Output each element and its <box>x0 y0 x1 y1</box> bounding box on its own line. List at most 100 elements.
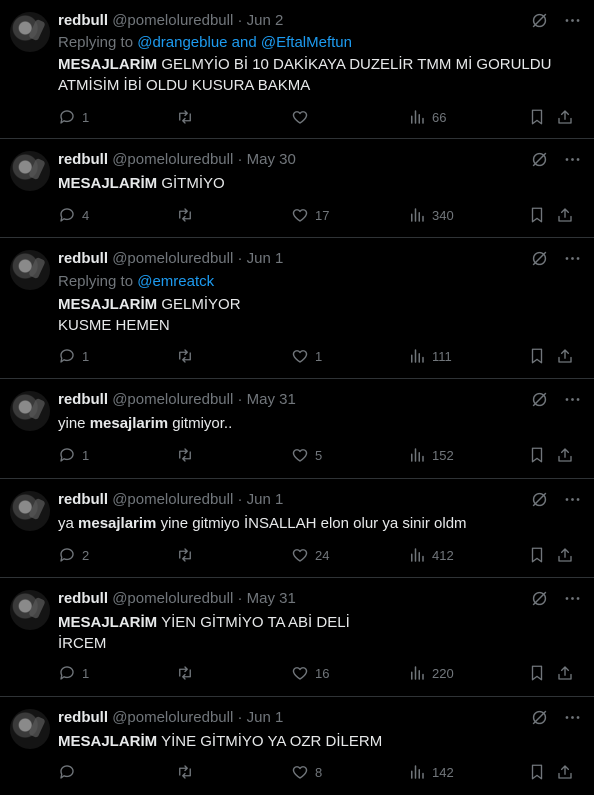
author-handle[interactable]: @pomeloluredbull <box>112 151 233 168</box>
tweet-date[interactable]: Jun 2 <box>247 12 284 29</box>
views-count: 111 <box>432 348 452 364</box>
views-button[interactable]: 111 <box>408 347 452 365</box>
author-name[interactable]: redbull <box>58 491 108 508</box>
replying-to: Replying to @drangeblue and @EftalMeftun <box>58 33 352 53</box>
replying-to-link[interactable]: @emreatck <box>137 273 214 290</box>
retweet-button[interactable] <box>176 546 200 564</box>
like-button[interactable]: 1 <box>291 347 322 365</box>
views-button[interactable]: 66 <box>408 108 446 126</box>
grok-icon[interactable] <box>530 11 549 30</box>
views-button[interactable]: 340 <box>408 206 454 224</box>
grok-icon[interactable] <box>530 249 549 268</box>
retweet-button[interactable] <box>176 347 200 365</box>
author-name[interactable]: redbull <box>58 12 108 29</box>
author-handle[interactable]: @pomeloluredbull <box>112 590 233 607</box>
author-name[interactable]: redbull <box>58 391 108 408</box>
share-button[interactable] <box>556 546 574 564</box>
retweet-button[interactable] <box>176 206 200 224</box>
views-button[interactable]: 142 <box>408 763 454 781</box>
reply-button[interactable] <box>58 763 82 781</box>
like-button[interactable]: 17 <box>291 206 329 224</box>
grok-icon[interactable] <box>530 150 549 169</box>
share-button[interactable] <box>556 347 574 365</box>
bookmark-button[interactable] <box>528 108 546 126</box>
like-button[interactable]: 24 <box>291 546 329 564</box>
grok-icon[interactable] <box>530 589 549 608</box>
author-handle[interactable]: @pomeloluredbull <box>112 250 233 267</box>
share-button[interactable] <box>556 664 574 682</box>
retweet-button[interactable] <box>176 664 200 682</box>
tweet[interactable]: redbull @pomeloluredbull · May 31 yine m… <box>0 379 594 479</box>
avatar[interactable] <box>10 250 50 290</box>
reply-button[interactable]: 2 <box>58 546 89 564</box>
retweet-button[interactable] <box>176 108 200 126</box>
like-count: 16 <box>315 665 330 681</box>
bookmark-button[interactable] <box>528 664 546 682</box>
like-button[interactable]: 16 <box>291 664 329 682</box>
like-button[interactable] <box>291 108 315 126</box>
retweet-button[interactable] <box>176 763 200 781</box>
replying-to-link[interactable]: @drangeblue and @EftalMeftun <box>137 34 352 51</box>
reply-button[interactable]: 1 <box>58 108 89 126</box>
tweet-date[interactable]: Jun 1 <box>247 491 284 508</box>
tweet[interactable]: redbull @pomeloluredbull · Jun 1 Replyin… <box>0 238 594 379</box>
bookmark-button[interactable] <box>528 546 546 564</box>
tweet[interactable]: redbull @pomeloluredbull · Jun 1 MESAJLA… <box>0 697 594 795</box>
reply-button[interactable]: 4 <box>58 206 89 224</box>
tweet-actions: 1 1 111 <box>58 347 584 367</box>
tweet[interactable]: redbull @pomeloluredbull · Jun 2 Replyin… <box>0 0 594 139</box>
share-button[interactable] <box>556 206 574 224</box>
tweet-text-bold: mesajlarim <box>78 515 157 532</box>
more-icon[interactable] <box>563 249 582 268</box>
avatar[interactable] <box>10 391 50 431</box>
views-count: 152 <box>432 447 454 463</box>
reply-button[interactable]: 1 <box>58 446 89 464</box>
tweet[interactable]: redbull @pomeloluredbull · Jun 1 ya mesa… <box>0 479 594 578</box>
views-button[interactable]: 152 <box>408 446 454 464</box>
views-button[interactable]: 412 <box>408 546 454 564</box>
tweet[interactable]: redbull @pomeloluredbull · May 31 MESAJL… <box>0 578 594 697</box>
retweet-button[interactable] <box>176 446 200 464</box>
tweet-date[interactable]: May 31 <box>247 391 296 408</box>
tweet[interactable]: redbull @pomeloluredbull · May 30 MESAJL… <box>0 139 594 238</box>
author-handle[interactable]: @pomeloluredbull <box>112 391 233 408</box>
more-icon[interactable] <box>563 150 582 169</box>
avatar[interactable] <box>10 151 50 191</box>
share-button[interactable] <box>556 446 574 464</box>
grok-icon[interactable] <box>530 490 549 509</box>
author-name[interactable]: redbull <box>58 151 108 168</box>
share-button[interactable] <box>556 108 574 126</box>
bookmark-button[interactable] <box>528 347 546 365</box>
avatar[interactable] <box>10 12 50 52</box>
bookmark-button[interactable] <box>528 446 546 464</box>
tweet-date[interactable]: May 31 <box>247 590 296 607</box>
more-icon[interactable] <box>563 390 582 409</box>
share-button[interactable] <box>556 763 574 781</box>
author-handle[interactable]: @pomeloluredbull <box>112 491 233 508</box>
reply-button[interactable]: 1 <box>58 664 89 682</box>
grok-icon[interactable] <box>530 390 549 409</box>
tweet-date[interactable]: Jun 1 <box>247 709 284 726</box>
tweet-date[interactable]: Jun 1 <box>247 250 284 267</box>
more-icon[interactable] <box>563 11 582 30</box>
bookmark-button[interactable] <box>528 763 546 781</box>
avatar[interactable] <box>10 709 50 749</box>
more-icon[interactable] <box>563 589 582 608</box>
author-name[interactable]: redbull <box>58 590 108 607</box>
avatar[interactable] <box>10 590 50 630</box>
views-button[interactable]: 220 <box>408 664 454 682</box>
tweet-date[interactable]: May 30 <box>247 151 296 168</box>
grok-icon[interactable] <box>530 708 549 727</box>
like-button[interactable]: 8 <box>291 763 322 781</box>
like-button[interactable]: 5 <box>291 446 322 464</box>
author-name[interactable]: redbull <box>58 250 108 267</box>
bookmark-button[interactable] <box>528 206 546 224</box>
reply-button[interactable]: 1 <box>58 347 89 365</box>
retweet-icon <box>176 108 194 126</box>
more-icon[interactable] <box>563 490 582 509</box>
author-handle[interactable]: @pomeloluredbull <box>112 12 233 29</box>
author-name[interactable]: redbull <box>58 709 108 726</box>
author-handle[interactable]: @pomeloluredbull <box>112 709 233 726</box>
avatar[interactable] <box>10 491 50 531</box>
more-icon[interactable] <box>563 708 582 727</box>
